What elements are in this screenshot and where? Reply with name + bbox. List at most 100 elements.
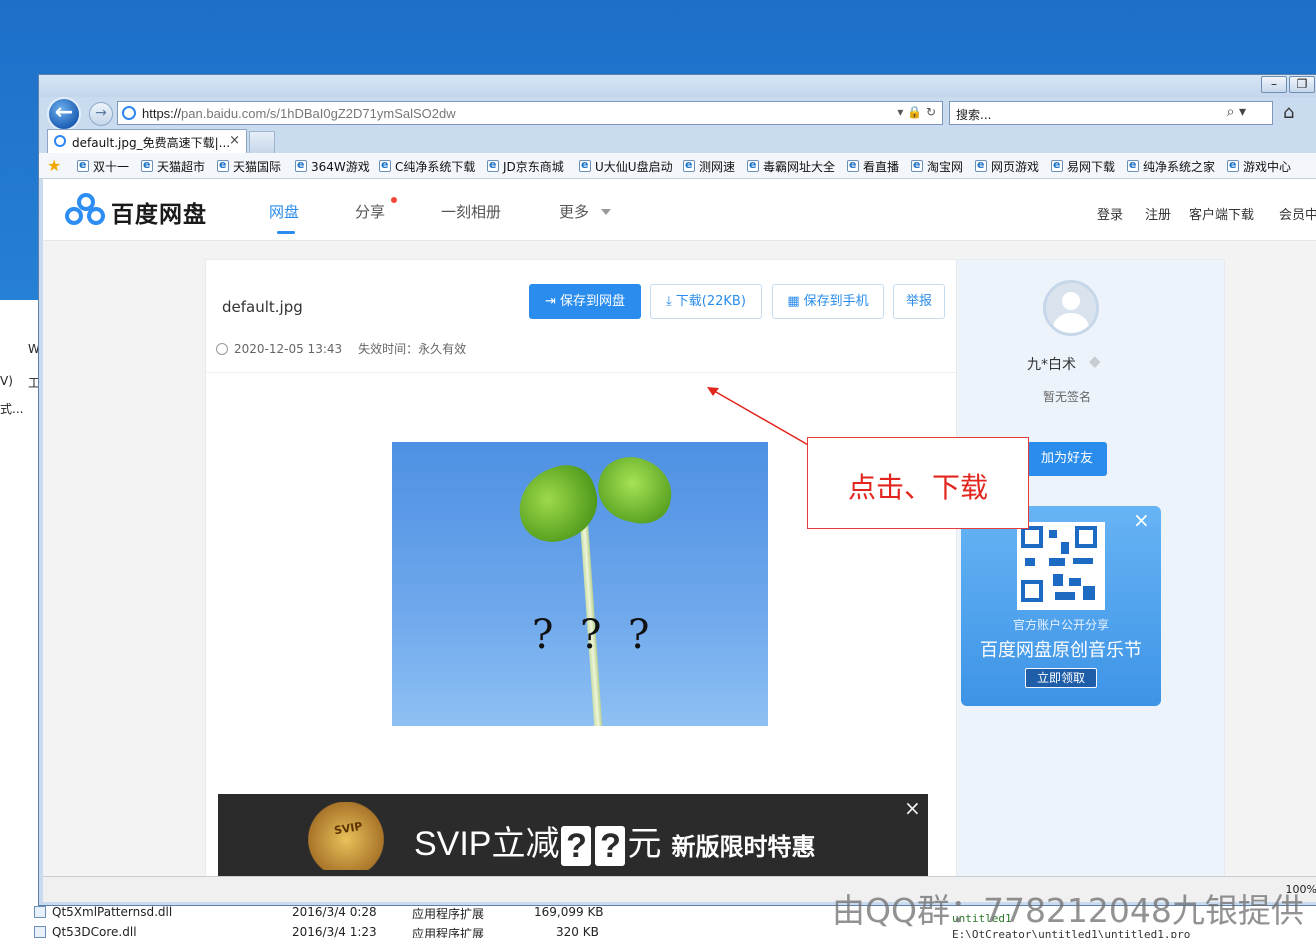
file-name: Qt5XmlPatternsd.dll <box>52 905 173 919</box>
minimize-button[interactable]: – <box>1261 76 1287 93</box>
new-tab-button[interactable] <box>249 131 275 153</box>
divider <box>206 372 956 373</box>
favorite-link[interactable]: 364W游戏 <box>295 158 370 175</box>
expiry-text: 失效时间：永久有效 <box>358 342 467 356</box>
qr-code-icon: ▦ <box>787 294 800 309</box>
favorite-link[interactable]: 天猫超市 <box>141 158 205 175</box>
search-placeholder: 搜索... <box>956 108 992 122</box>
add-friend-button[interactable]: 加为好友 <box>1027 442 1107 476</box>
ad-headline: SVIP立减?? 元新版限时特惠 <box>414 825 816 867</box>
favorite-link[interactable]: 测网速 <box>683 158 735 175</box>
favorite-link[interactable]: 看直播 <box>847 158 899 175</box>
sharer-sidebar: 九*白术 ◆ 暂无签名 加为好友 × 官方账户公开分享 百度网盘原创音乐节 立即… <box>957 259 1225 876</box>
close-tab-icon[interactable]: × <box>229 133 240 148</box>
dll-file-icon <box>34 926 46 938</box>
question-mark: ? <box>532 612 554 658</box>
ie-page-icon <box>1127 158 1139 172</box>
favorite-link[interactable]: C纯净系统下载 <box>379 158 475 175</box>
favorite-link[interactable]: 淘宝网 <box>911 158 963 175</box>
favorite-link[interactable]: U大仙U盘启动 <box>579 158 673 175</box>
back-arrow-icon[interactable]: ← <box>47 97 81 131</box>
dll-file-icon <box>34 906 46 918</box>
vip-diamond-icon: ◆ <box>1089 352 1101 370</box>
file-type: 应用程序扩展 <box>412 907 485 921</box>
file-card: default.jpg 2020-12-05 13:43 失效时间：永久有效 ⇥ 保… <box>205 259 957 876</box>
file-row[interactable]: Qt53DCore.dll 2016/3/4 1:23 应用程序扩展 320 K… <box>28 922 768 938</box>
baidu-cloud-favicon <box>54 135 66 147</box>
annotation-text: 点击、下载 <box>848 471 989 504</box>
tab-active[interactable]: default.jpg_免费高速下载|... × <box>47 129 247 153</box>
share-date: 2020-12-05 13:43 <box>234 342 343 356</box>
search-icon[interactable]: ⌕ ▾ <box>1227 104 1246 120</box>
svip-ad-banner[interactable]: SVIP SVIP立减?? 元新版限时特惠 × <box>218 794 928 876</box>
ie-page-icon <box>683 158 695 172</box>
qr-title: 百度网盘原创音乐节 <box>980 640 1142 661</box>
web-page: 百度网盘 网盘 分享 一刻相册 更多 登录 注册 客户端下载 会员中 defau… <box>43 179 1316 876</box>
favorite-link[interactable]: 双十一 <box>77 158 129 175</box>
tab-title: default.jpg_免费高速下载|... <box>72 136 231 150</box>
save-to-netdisk-button[interactable]: ⇥ 保存到网盘 <box>529 284 641 319</box>
login-link[interactable]: 登录 <box>1097 204 1123 223</box>
qr-promo-card: × 官方账户公开分享 百度网盘原创音乐节 立即领取 <box>961 506 1161 706</box>
favorite-link[interactable]: 易网下载 <box>1051 158 1115 175</box>
navigation-bar: ← → https://pan.baidu.com/s/1hDBaI0gZ2D7… <box>39 97 1316 131</box>
search-input[interactable]: 搜索... ⌕ ▾ <box>949 101 1273 125</box>
nav-more[interactable]: 更多 <box>559 201 589 222</box>
file-size: 320 KB <box>556 925 599 938</box>
file-date: 2016/3/4 1:23 <box>292 925 377 938</box>
annotation-arrow <box>707 387 818 451</box>
favorites-star-icon[interactable]: ★ <box>47 156 61 175</box>
annotation-callout: 点击、下载 <box>807 437 1029 529</box>
ie-page-icon <box>747 158 759 172</box>
explorer-fragment: V) <box>0 374 13 388</box>
explorer-fragment: 式... <box>0 402 24 416</box>
file-preview-image[interactable]: ? ? ? <box>392 442 768 726</box>
file-title: default.jpg <box>222 298 303 316</box>
home-icon[interactable]: ⌂ <box>1283 102 1294 123</box>
favorite-link[interactable]: 毒霸网址大全 <box>747 158 835 175</box>
ie-page-icon <box>1051 158 1063 172</box>
favorite-link[interactable]: 网页游戏 <box>975 158 1039 175</box>
username[interactable]: 九*白术 <box>1027 354 1076 374</box>
download-button[interactable]: ⤓ 下载(22KB) <box>650 284 762 319</box>
close-icon[interactable]: × <box>904 796 921 820</box>
favorite-link[interactable]: 游戏中心 <box>1227 158 1291 175</box>
treasure-chest-icon: SVIP <box>308 802 384 870</box>
maximize-button[interactable]: ❐ <box>1289 76 1315 93</box>
baidu-cloud-favicon <box>122 106 136 120</box>
file-type: 应用程序扩展 <box>412 927 485 938</box>
favorite-link[interactable]: 纯净系统之家 <box>1127 158 1215 175</box>
register-link[interactable]: 注册 <box>1145 204 1171 223</box>
file-meta: 2020-12-05 13:43 失效时间：永久有效 <box>216 340 466 357</box>
favorite-link[interactable]: 天猫国际 <box>217 158 281 175</box>
nav-active-underline <box>277 231 295 234</box>
background-explorer-window: W V) 工 式... <box>0 300 42 938</box>
chevron-down-icon[interactable] <box>601 209 611 215</box>
avatar[interactable] <box>1043 280 1099 336</box>
claim-now-button[interactable]: 立即领取 <box>1025 668 1097 688</box>
nav-album[interactable]: 一刻相册 <box>441 201 501 222</box>
logo-text[interactable]: 百度网盘 <box>111 195 207 229</box>
browser-window: – ❐ ← → https://pan.baidu.com/s/1hDBaI0g… <box>38 74 1316 906</box>
save-icon: ⇥ <box>545 294 556 309</box>
nav-netdisk[interactable]: 网盘 <box>269 201 299 222</box>
save-to-phone-button[interactable]: ▦ 保存到手机 <box>772 284 884 319</box>
close-icon[interactable]: × <box>1133 508 1150 532</box>
tab-bar: default.jpg_免费高速下载|... × <box>39 127 1316 153</box>
notification-dot <box>391 197 397 203</box>
file-name: Qt53DCore.dll <box>52 925 137 938</box>
address-bar[interactable]: https://pan.baidu.com/s/1hDBaI0gZ2D71ymS… <box>117 101 943 125</box>
ie-page-icon <box>579 158 591 172</box>
favorite-link[interactable]: JD京东商城 <box>487 158 564 175</box>
member-center-link[interactable]: 会员中 <box>1279 204 1316 223</box>
report-button[interactable]: 举报 <box>893 284 945 319</box>
signature: 暂无签名 <box>1043 390 1092 404</box>
ie-page-icon <box>217 158 229 172</box>
client-download-link[interactable]: 客户端下载 <box>1189 204 1254 223</box>
qr-caption: 官方账户公开分享 <box>1012 618 1109 632</box>
baidu-netdisk-logo-icon[interactable] <box>65 193 107 227</box>
ie-page-icon <box>487 158 499 172</box>
nav-share[interactable]: 分享 <box>355 201 385 222</box>
forward-arrow-icon[interactable]: → <box>89 102 113 126</box>
address-tools-icon[interactable]: ▾ 🔒 ↻ <box>897 105 936 119</box>
